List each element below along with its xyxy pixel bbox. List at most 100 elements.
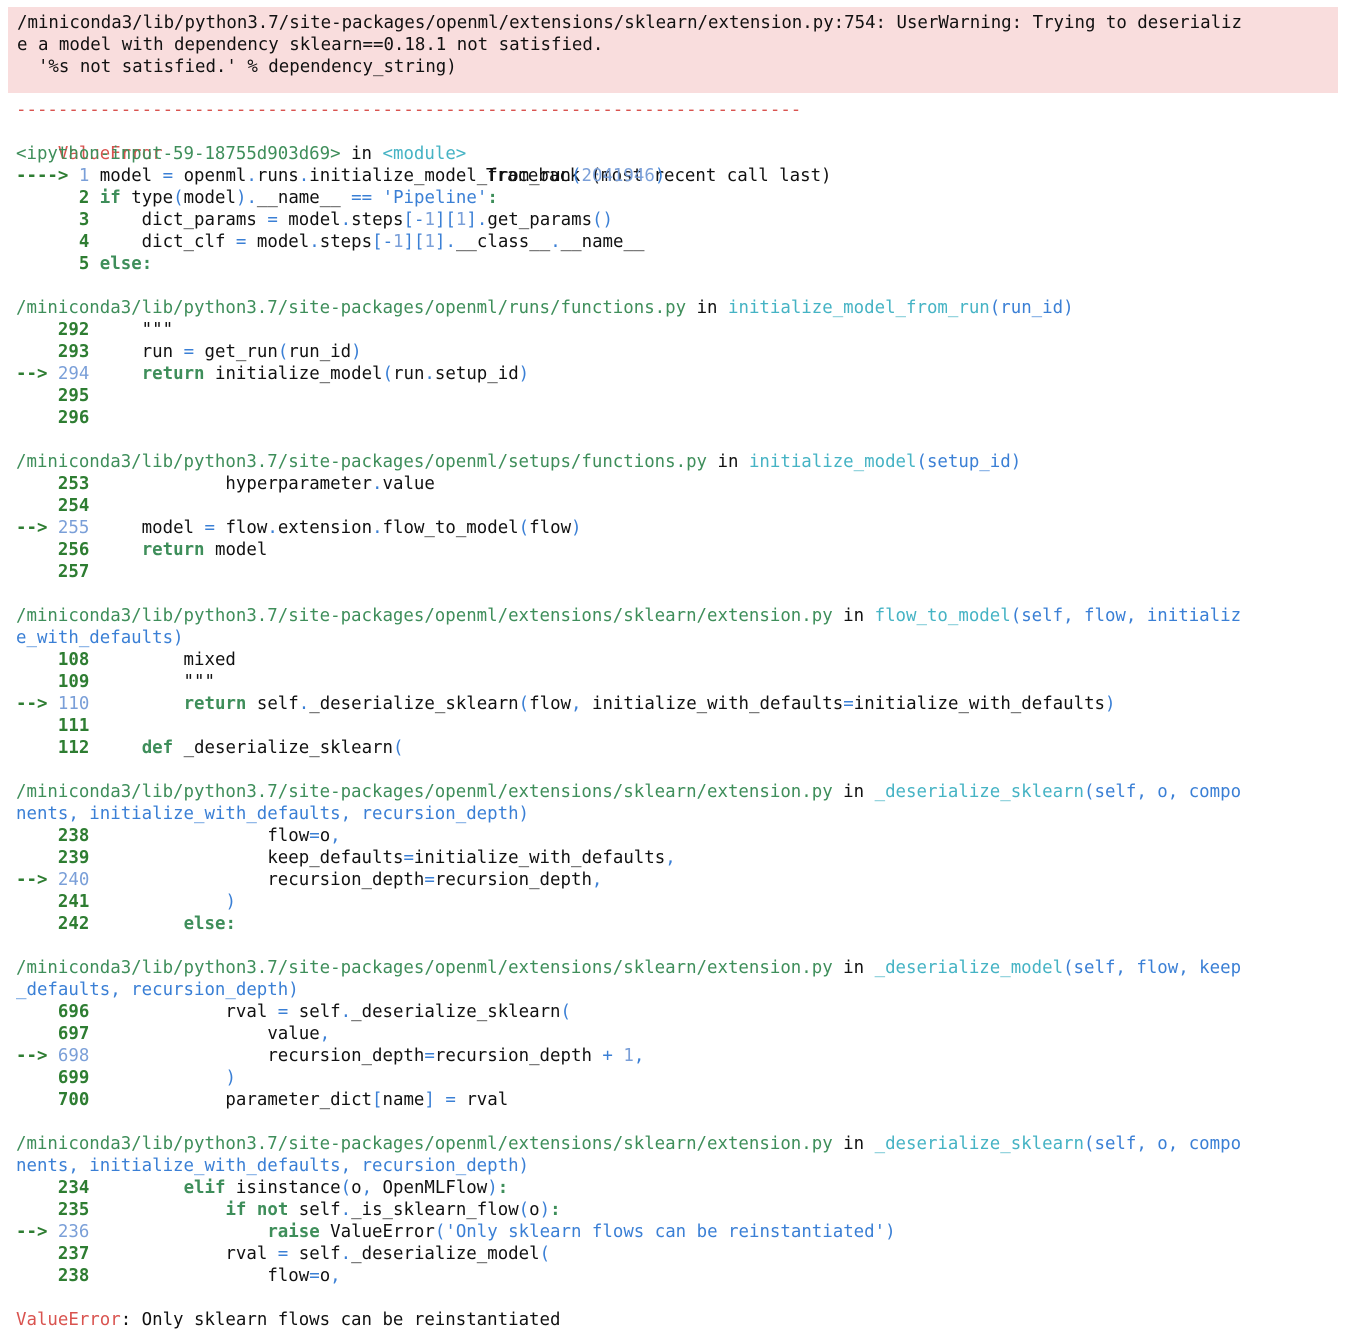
line-marker xyxy=(16,738,58,758)
line-number: 240 xyxy=(57,870,90,890)
code-text: """ xyxy=(99,672,215,692)
code-text: rval = self._deserialize_sklearn( xyxy=(99,1002,572,1022)
line-number: 296 xyxy=(57,408,90,428)
warning-output: /miniconda3/lib/python3.7/site-packages/… xyxy=(8,7,1338,93)
code-line: 3 dict_params = model.steps[-1][1].get_p… xyxy=(16,209,613,231)
frame-header-cont: nents, initialize_with_defaults, recursi… xyxy=(16,1155,529,1177)
line-number: 293 xyxy=(57,342,90,362)
line-marker xyxy=(16,188,79,208)
code-line: 696 rval = self._deserialize_sklearn( xyxy=(16,1001,571,1023)
line-number: 699 xyxy=(57,1068,90,1088)
code-line: 293 run = get_run(run_id) xyxy=(16,341,362,363)
line-number: 700 xyxy=(57,1090,90,1110)
line-number: 256 xyxy=(57,540,90,560)
code-line: 108 mixed xyxy=(16,649,236,671)
line-marker: --> xyxy=(16,694,58,714)
line-marker: --> xyxy=(16,1046,58,1066)
frame-path: /miniconda3/lib/python3.7/site-packages/… xyxy=(16,452,708,472)
frame-args-cont: e_with_defaults) xyxy=(16,628,184,648)
code-text: return model xyxy=(141,540,268,560)
input-cell-line: <ipython-input-59-18755d903d69> in <modu… xyxy=(16,143,466,165)
line-marker xyxy=(16,210,79,230)
in-word: in xyxy=(717,452,739,472)
in-word: in xyxy=(843,958,865,978)
line-marker xyxy=(16,474,58,494)
code-line: 235 if not self._is_sklearn_flow(o): xyxy=(16,1199,561,1221)
frame-function: _deserialize_sklearn xyxy=(874,782,1084,802)
line-marker xyxy=(16,1200,58,1220)
line-number: 2 xyxy=(78,188,90,208)
code-line: 296 xyxy=(16,407,100,429)
line-number: 235 xyxy=(57,1200,90,1220)
line-number: 238 xyxy=(57,1266,90,1286)
line-marker xyxy=(16,386,58,406)
line-number: 239 xyxy=(57,848,90,868)
line-number: 254 xyxy=(57,496,90,516)
line-number: 5 xyxy=(78,254,90,274)
code-text: return initialize_model(run.setup_id) xyxy=(141,364,530,384)
code-text: run = get_run(run_id) xyxy=(99,342,362,362)
code-line: 253 hyperparameter.value xyxy=(16,473,435,495)
line-number: 111 xyxy=(57,716,90,736)
final-error-line: ValueError: Only sklearn flows can be re… xyxy=(16,1309,560,1331)
code-line: 697 value, xyxy=(16,1023,330,1045)
in-word: in xyxy=(843,1134,865,1154)
code-line: 109 """ xyxy=(16,671,215,693)
traceback-separator: ----------------------------------------… xyxy=(16,100,802,120)
code-text: recursion_depth=recursion_depth, xyxy=(99,870,603,890)
line-number: 242 xyxy=(57,914,90,934)
code-text: dict_params = model.steps[-1][1].get_par… xyxy=(99,210,614,230)
line-number: 257 xyxy=(57,562,90,582)
frame-path: /miniconda3/lib/python3.7/site-packages/… xyxy=(16,298,687,318)
line-marker: --> xyxy=(16,1222,58,1242)
frame-header: /miniconda3/lib/python3.7/site-packages/… xyxy=(16,957,1241,979)
line-number: 696 xyxy=(57,1002,90,1022)
line-number: 108 xyxy=(57,650,90,670)
line-number: 1 xyxy=(78,166,90,186)
code-text: model = flow.extension.flow_to_model(flo… xyxy=(99,518,582,538)
line-marker: --> xyxy=(16,518,58,538)
line-marker: ----> xyxy=(16,166,79,186)
final-error-message: : Only sklearn flows can be reinstantiat… xyxy=(120,1310,561,1330)
frame-args: (run_id) xyxy=(989,298,1074,318)
frame-header: /miniconda3/lib/python3.7/site-packages/… xyxy=(16,451,1021,473)
frame-header: /miniconda3/lib/python3.7/site-packages/… xyxy=(16,297,1074,319)
line-marker xyxy=(16,1090,58,1110)
code-line: 112 def _deserialize_sklearn( xyxy=(16,737,404,759)
code-text: else: xyxy=(99,254,153,274)
line-marker xyxy=(16,672,58,692)
line-number: 294 xyxy=(57,364,90,384)
line-marker xyxy=(16,914,58,934)
code-line: 238 flow=o, xyxy=(16,825,341,847)
code-text: if type(model).__name__ == 'Pipeline': xyxy=(99,188,498,208)
line-marker xyxy=(16,826,58,846)
line-marker: --> xyxy=(16,364,58,384)
frame-function: flow_to_model xyxy=(874,606,1011,626)
frame-path: /miniconda3/lib/python3.7/site-packages/… xyxy=(16,782,833,802)
line-number: 292 xyxy=(57,320,90,340)
in-word: in xyxy=(696,298,718,318)
frame-args: (self, o, compo xyxy=(1084,1134,1242,1154)
code-line: 700 parameter_dict[name] = rval xyxy=(16,1089,508,1111)
line-marker xyxy=(16,342,58,362)
frame-args: (self, o, compo xyxy=(1084,782,1242,802)
line-marker xyxy=(16,650,58,670)
code-line: --> 236 raise ValueError('Only sklearn f… xyxy=(16,1221,896,1243)
line-marker xyxy=(16,1002,58,1022)
code-text: flow=o, xyxy=(99,1266,341,1286)
code-line: 237 rval = self._deserialize_model( xyxy=(16,1243,550,1265)
line-number: 295 xyxy=(57,386,90,406)
line-number: 109 xyxy=(57,672,90,692)
code-text: value, xyxy=(99,1024,331,1044)
in-word: in xyxy=(843,606,865,626)
code-line: 254 xyxy=(16,495,100,517)
code-text: flow=o, xyxy=(99,826,341,846)
code-line: 699 ) xyxy=(16,1067,236,1089)
code-text: mixed xyxy=(99,650,236,670)
line-marker xyxy=(16,716,58,736)
code-text: recursion_depth=recursion_depth + 1, xyxy=(99,1046,645,1066)
code-text: if not self._is_sklearn_flow(o): xyxy=(225,1200,561,1220)
frame-function: initialize_model xyxy=(748,452,917,472)
frame-header: /miniconda3/lib/python3.7/site-packages/… xyxy=(16,605,1241,627)
code-line: --> 294 return initialize_model(run.setu… xyxy=(16,363,529,385)
